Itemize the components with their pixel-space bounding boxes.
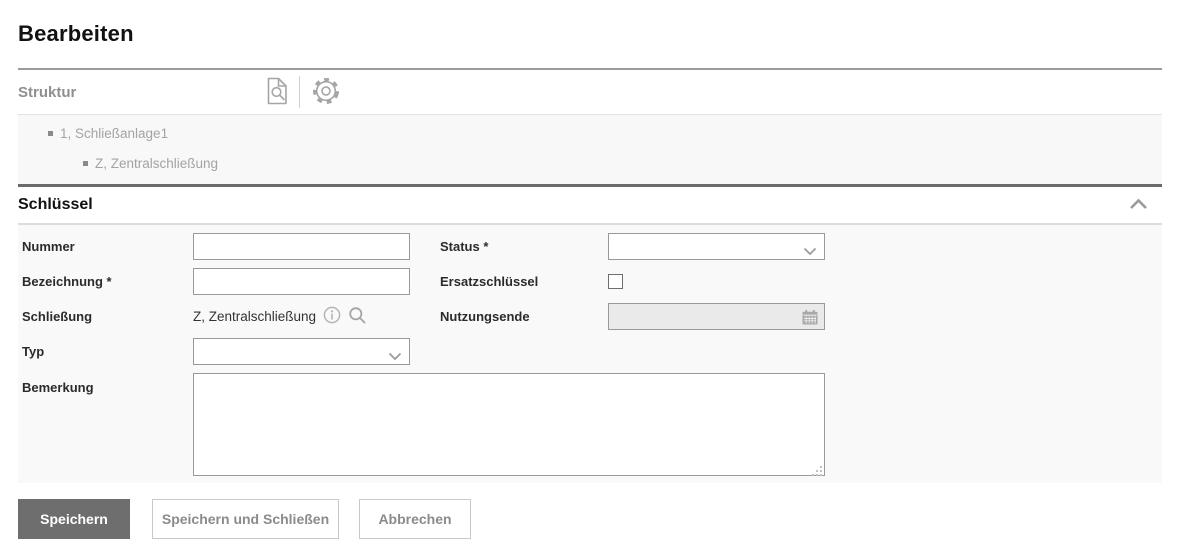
ersatzschluessel-label: Ersatzschlüssel: [440, 274, 539, 289]
save-and-close-button[interactable]: Speichern und Schließen: [152, 499, 339, 539]
bezeichnung-label: Bezeichnung *: [22, 274, 112, 289]
status-select[interactable]: [608, 233, 825, 260]
form-row-5: Bemerkung: [18, 373, 1162, 481]
status-label: Status *: [440, 239, 489, 254]
form-row-2: Bezeichnung * Ersatzschlüssel: [18, 268, 1162, 295]
schluessel-form: Nummer Status * Bezeichnung * Ersatzschl…: [18, 225, 1162, 483]
nutzungsende-input: [608, 303, 825, 330]
page-title: Bearbeiten: [18, 21, 134, 46]
gear-icon: [311, 76, 341, 109]
calendar-icon: [802, 310, 818, 330]
form-row-4: Typ: [18, 338, 1162, 365]
schliessung-info-button[interactable]: [323, 306, 341, 327]
chevron-up-icon: [1129, 198, 1148, 213]
schliessung-field: Z, Zentralschließung: [193, 306, 410, 328]
form-row-3: Schließung Z, Zentralschließung Nutzungs…: [18, 303, 1162, 330]
bezeichnung-input[interactable]: [193, 268, 410, 295]
schliessung-value: Z, Zentralschließung: [193, 309, 317, 324]
schliessung-label: Schließung: [22, 309, 93, 324]
tree-item-schliessanlage[interactable]: 1, Schließanlage1: [18, 119, 1162, 149]
typ-label: Typ: [22, 344, 45, 359]
nummer-label: Nummer: [22, 239, 75, 254]
typ-select[interactable]: [193, 338, 410, 365]
bemerkung-textarea[interactable]: [193, 373, 825, 476]
chevron-down-icon: [388, 348, 402, 366]
page-header: Bearbeiten: [18, 0, 1162, 70]
save-button[interactable]: Speichern: [18, 499, 130, 539]
tree-item-label: 1, Schließanlage1: [60, 126, 169, 141]
page: Bearbeiten Struktur 1, Schließanlage1 Z,…: [0, 0, 1178, 551]
section-title: Schlüssel: [18, 196, 93, 213]
settings-button[interactable]: [311, 76, 341, 109]
form-row-1: Nummer Status *: [18, 233, 1162, 260]
bemerkung-field: [193, 373, 825, 481]
nutzungsende-label: Nutzungsende: [440, 309, 530, 324]
nummer-input[interactable]: [193, 233, 410, 260]
struktur-tree: 1, Schließanlage1 Z, Zentralschließung: [18, 114, 1162, 184]
ersatzschluessel-checkbox[interactable]: [608, 274, 623, 289]
document-search-icon: [265, 77, 290, 108]
tree-bullet-icon: [83, 161, 88, 166]
struktur-title: Struktur: [18, 83, 77, 101]
action-buttons: Speichern Speichern und Schließen Abbrec…: [18, 483, 1162, 539]
tree-item-zentralschliessung[interactable]: Z, Zentralschließung: [18, 149, 1162, 179]
search-icon: [348, 306, 367, 328]
collapse-section-button[interactable]: [1127, 196, 1150, 215]
schliessung-search-button[interactable]: [348, 306, 367, 328]
cancel-button[interactable]: Abbrechen: [359, 499, 471, 539]
resize-grip-icon[interactable]: [820, 474, 822, 476]
info-icon: [323, 306, 341, 327]
chevron-down-icon: [803, 243, 817, 261]
preview-button[interactable]: [265, 77, 290, 108]
toolbar-divider: [299, 76, 300, 108]
bemerkung-label: Bemerkung: [22, 380, 94, 395]
tree-bullet-icon: [48, 131, 53, 136]
schluessel-section-header: Schlüssel: [18, 187, 1162, 225]
tree-item-label: Z, Zentralschließung: [95, 156, 219, 171]
struktur-header: Struktur: [18, 70, 1162, 114]
